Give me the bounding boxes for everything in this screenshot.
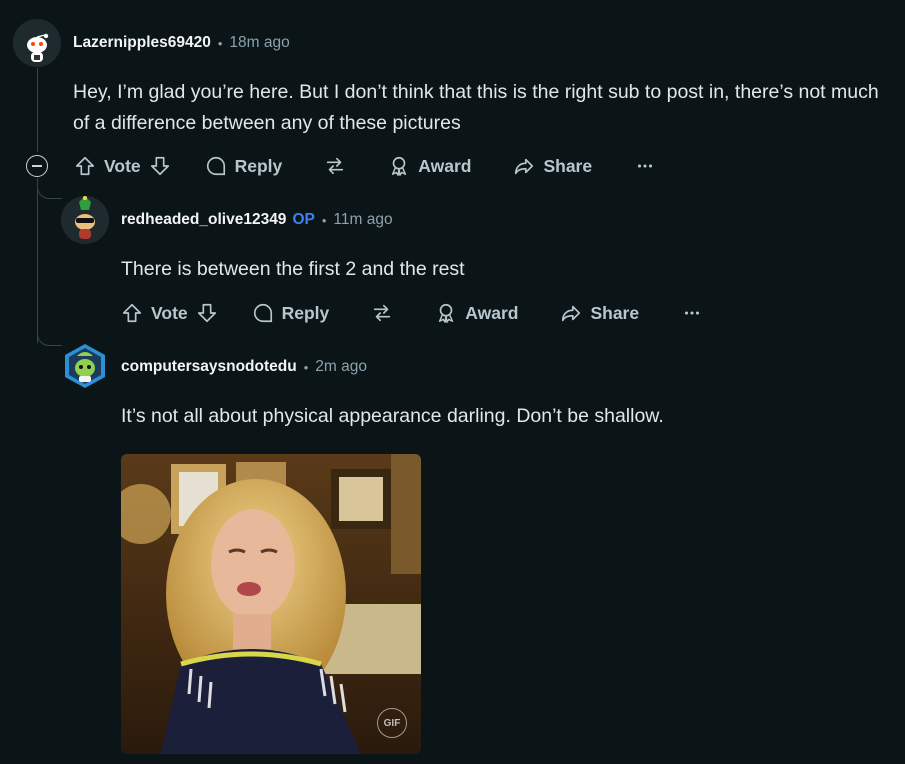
comment-meta: computersaysnodotedu • 2m ago: [121, 358, 367, 376]
upvote-icon[interactable]: [74, 155, 96, 177]
thread-connector-2: [37, 325, 62, 346]
avatar[interactable]: [13, 19, 61, 67]
ellipsis-icon: [685, 311, 700, 315]
reply-label: Reply: [234, 155, 283, 176]
crosspost-button[interactable]: [371, 302, 393, 324]
award-icon: [392, 156, 407, 176]
award-label: Award: [465, 302, 519, 323]
author-name[interactable]: redheaded_olive12349: [121, 211, 286, 229]
collapse-thread-button[interactable]: [26, 155, 48, 177]
vote-label: Vote: [104, 155, 141, 176]
comment-meta: redheaded_olive12349 OP • 11m ago: [121, 211, 393, 229]
crosspost-icon: [327, 157, 344, 175]
snoo-avatar-icon: [61, 196, 109, 244]
reply-label: Reply: [281, 302, 330, 323]
op-badge: OP: [292, 211, 315, 228]
more-options-button[interactable]: [634, 155, 656, 177]
snoo-avatar-icon: [13, 19, 61, 67]
vote-group: Vote: [74, 155, 171, 177]
reply-bubble-icon: [253, 303, 272, 323]
author-name[interactable]: Lazernipples69420: [73, 34, 211, 52]
separator-dot: •: [217, 35, 223, 51]
upvote-icon[interactable]: [121, 302, 143, 324]
comment-actions: Vote Reply Award Share: [74, 150, 656, 182]
crosspost-icon: [374, 304, 391, 322]
share-button[interactable]: Share: [513, 155, 592, 177]
award-label: Award: [418, 155, 472, 176]
share-arrow-icon: [515, 158, 534, 175]
ellipsis-icon: [638, 164, 653, 168]
comment-body: Hey, I’m glad you’re here. But I don’t t…: [73, 81, 879, 134]
gif-still-image: [121, 454, 421, 754]
share-label: Share: [590, 302, 640, 323]
gif-badge: GIF: [377, 708, 407, 738]
reply-button[interactable]: Reply: [205, 155, 283, 177]
timestamp[interactable]: 2m ago: [315, 358, 367, 376]
crosspost-button[interactable]: [324, 155, 346, 177]
separator-dot: •: [321, 212, 327, 228]
author-name[interactable]: computersaysnodotedu: [121, 358, 297, 376]
timestamp[interactable]: 18m ago: [229, 34, 289, 52]
snoo-nft-avatar-icon: [65, 344, 105, 388]
timestamp[interactable]: 11m ago: [333, 211, 392, 229]
award-icon: [439, 303, 454, 323]
comment-actions: Vote Reply Award Share: [121, 297, 703, 329]
reply-button[interactable]: Reply: [252, 302, 330, 324]
separator-dot: •: [303, 359, 309, 375]
vote-group: Vote: [121, 302, 218, 324]
thread-line-main[interactable]: [37, 68, 38, 152]
more-options-button[interactable]: [681, 302, 703, 324]
award-button[interactable]: Award: [388, 155, 471, 177]
thread-line-replies[interactable]: [37, 180, 38, 343]
vote-label: Vote: [151, 302, 188, 323]
reply-bubble-icon: [206, 156, 225, 176]
avatar[interactable]: [61, 342, 109, 390]
share-arrow-icon: [562, 305, 581, 322]
thread-connector-1: [37, 178, 62, 199]
avatar[interactable]: [61, 196, 109, 244]
comment-meta: Lazernipples69420 • 18m ago: [73, 34, 290, 52]
comment-body: There is between the first 2 and the res…: [121, 258, 465, 280]
share-button[interactable]: Share: [560, 302, 639, 324]
downvote-icon[interactable]: [149, 155, 171, 177]
gif-image[interactable]: GIF: [121, 454, 421, 754]
comment-thread: Lazernipples69420 • 18m ago Hey, I’m gla…: [0, 0, 905, 764]
share-label: Share: [543, 155, 593, 176]
award-button[interactable]: Award: [435, 302, 518, 324]
comment-body: It’s not all about physical appearance d…: [121, 405, 664, 427]
downvote-icon[interactable]: [196, 302, 218, 324]
